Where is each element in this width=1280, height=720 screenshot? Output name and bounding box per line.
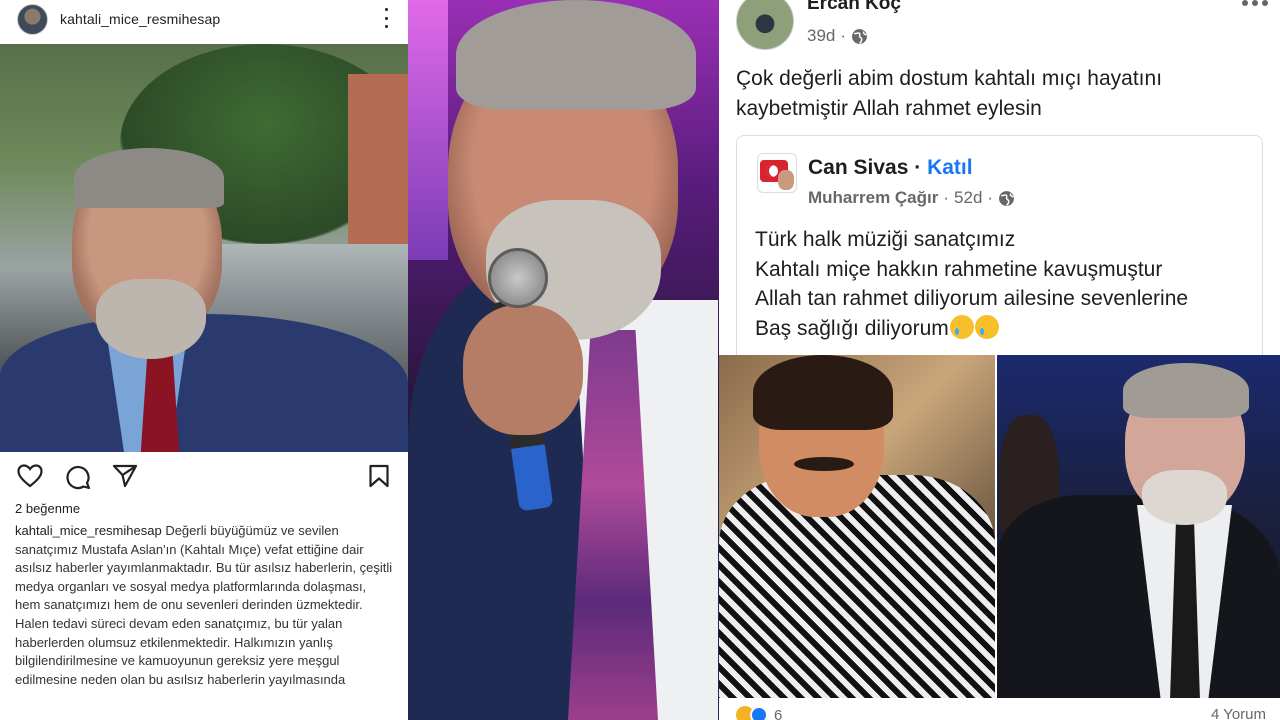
like-count[interactable]: 2 beğenme: [15, 501, 80, 516]
author-name[interactable]: Ercan Koç: [807, 0, 901, 15]
shared-photo[interactable]: [719, 355, 995, 698]
username[interactable]: kahtali_mice_resmihesap: [60, 11, 220, 27]
shared-author[interactable]: Muharrem Çağır: [808, 188, 938, 208]
reactions[interactable]: 6: [736, 706, 782, 720]
facebook-post: Ercan Koç 39d · Çok değerli abim dostum …: [719, 0, 1280, 720]
shared-meta: Muharrem Çağır · 52d ·: [808, 188, 1015, 208]
group-avatar[interactable]: [757, 153, 797, 193]
shared-line-with-emoji: Baş sağlığı diliyorum: [755, 314, 1255, 344]
post-photo[interactable]: [0, 44, 408, 452]
crying-emoji-icon: [949, 314, 974, 339]
shared-photos[interactable]: [719, 355, 1280, 698]
heart-icon[interactable]: [17, 464, 43, 488]
join-button[interactable]: Katıl: [927, 156, 973, 179]
group-header: Can Sivas · Katıl: [808, 156, 973, 179]
avatar[interactable]: [17, 3, 48, 35]
instagram-post: kahtali_mice_resmihesap 2 beğenme kahtal…: [0, 0, 408, 720]
post-text: Çok değerli abim dostum kahtalı mıçı hay…: [736, 67, 1163, 120]
reaction-count: 6: [774, 706, 783, 720]
shared-text: Türk halk müziği sanatçımız Kahtalı miçe…: [755, 225, 1255, 343]
caption-username[interactable]: kahtali_mice_resmihesap: [15, 523, 162, 538]
comment-icon[interactable]: [65, 464, 91, 490]
post-header: kahtali_mice_resmihesap: [0, 0, 408, 38]
group-name[interactable]: Can Sivas: [808, 156, 908, 179]
comment-count[interactable]: 4 Yorum: [1211, 706, 1266, 720]
post-meta: 39d ·: [807, 26, 868, 46]
globe-icon: [999, 190, 1015, 206]
post-footer: 6 4 Yorum: [736, 703, 1266, 720]
shared-line: Allah tan rahmet diliyorum ailesine seve…: [755, 287, 1189, 310]
shared-line: Baş sağlığı diliyorum: [755, 316, 949, 340]
stage-photo: [408, 0, 719, 720]
shared-time[interactable]: 52d: [954, 188, 982, 208]
post-actions: [0, 458, 408, 494]
globe-icon: [852, 28, 867, 44]
shared-line: Kahtalı miçe hakkın rahmetine kavuşmuştu…: [755, 257, 1163, 281]
more-icon[interactable]: [1242, 0, 1268, 6]
bookmark-icon[interactable]: [368, 464, 390, 488]
more-icon[interactable]: [382, 8, 390, 28]
care-reaction-icon: [750, 706, 768, 720]
post-caption: kahtali_mice_resmihesap Değerli büyüğümü…: [15, 522, 395, 689]
shared-line: Türk halk müziği sanatçımız: [755, 228, 1016, 251]
share-icon[interactable]: [112, 464, 138, 488]
crying-emoji-icon: [974, 314, 999, 339]
avatar[interactable]: [736, 0, 794, 50]
shared-photo[interactable]: [997, 355, 1280, 698]
post-time[interactable]: 39d: [807, 26, 835, 46]
caption-text-2: Halen tedavi süreci devam eden sanatçımı…: [15, 615, 346, 687]
shared-post[interactable]: Can Sivas · Katıl Muharrem Çağır · 52d ·…: [736, 135, 1263, 357]
